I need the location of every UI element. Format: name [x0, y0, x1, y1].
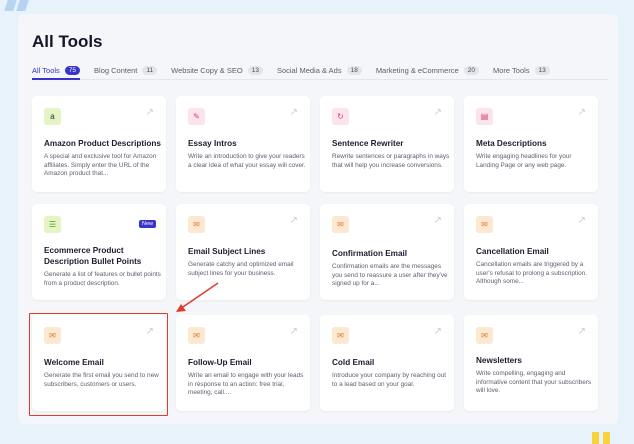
annotation-arrow-icon — [176, 282, 219, 312]
